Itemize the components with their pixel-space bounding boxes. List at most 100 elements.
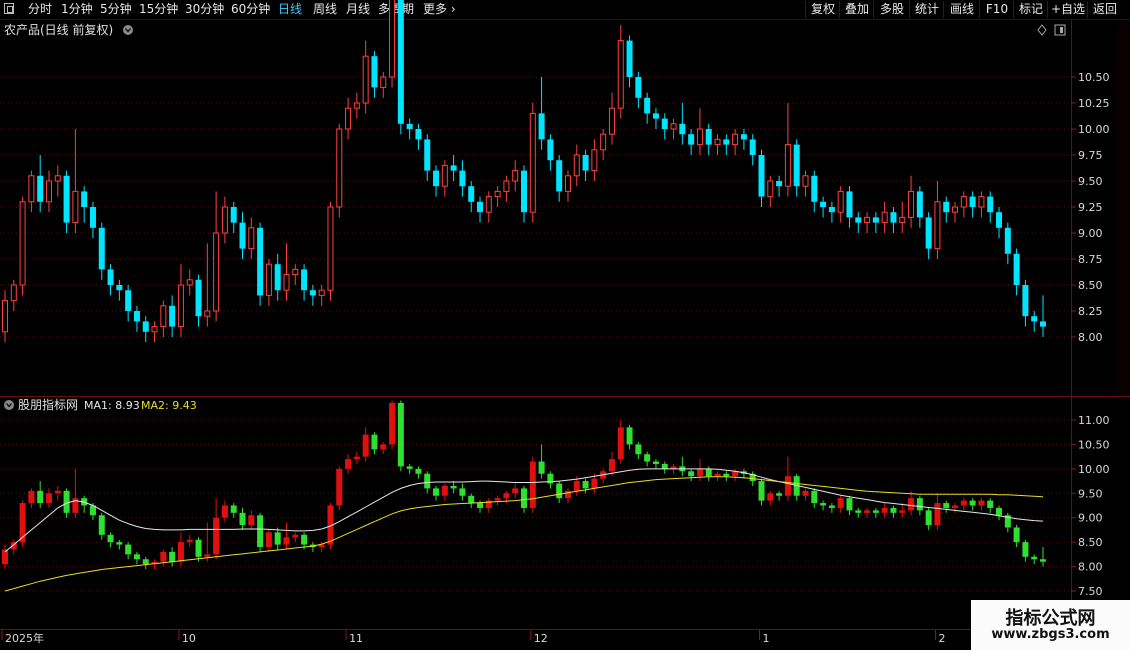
ma1-readout: MA1: 8.93 — [84, 399, 140, 412]
price-candle-body — [934, 201, 941, 250]
kline-chart[interactable]: 10.50 10.25 10.00 9.75 9.50 9.25 9.00 8.75 8.50 8… — [0, 0, 1130, 650]
indicator-candle-body — [345, 459, 352, 469]
indicator-candle-body — [406, 466, 413, 469]
indicator-candle-body — [652, 461, 659, 464]
main-y-tick-label: 10.25 — [1078, 97, 1110, 110]
indicator-candle-body — [503, 493, 510, 499]
indicator-candle-body — [714, 473, 721, 477]
price-candle-body — [749, 139, 756, 155]
price-candle-body — [714, 138, 721, 146]
price-candle-body — [960, 196, 967, 208]
indicator-candle-body — [644, 454, 651, 462]
right-sidebar-strip — [1118, 20, 1130, 396]
title-dropdown-icon[interactable] — [123, 25, 133, 35]
price-candle-body — [793, 144, 800, 187]
indicator-y-tick-label: 11.00 — [1078, 414, 1110, 427]
price-candle-body — [142, 321, 149, 332]
price-candle-body — [309, 290, 316, 296]
price-candle-body — [529, 112, 536, 213]
indicator-candle-body — [195, 539, 202, 557]
price-candle-body — [916, 191, 923, 218]
indicator-candle-body — [626, 427, 633, 445]
price-candle-body — [644, 97, 651, 114]
indicator-candle-body — [978, 500, 985, 506]
indicator-candle-body — [441, 485, 448, 496]
main-y-axis: 10.50 10.25 10.00 9.75 9.50 9.25 9.00 8.75 8.50 8… — [1071, 71, 1110, 344]
indicator-candle-body — [960, 500, 967, 506]
main-y-tick-label: 9.25 — [1078, 201, 1103, 214]
indicator-candle-body — [265, 532, 272, 548]
indicator-candle-body — [811, 490, 818, 504]
panel-layout-icon-inner — [1060, 27, 1063, 33]
price-candle-body — [881, 211, 888, 224]
price-candle-body — [274, 264, 281, 291]
price-candle-body — [116, 285, 123, 291]
indicator-candle-body — [125, 544, 132, 555]
price-candle-body — [652, 113, 659, 119]
price-candle-body — [389, 0, 396, 78]
indicator-candle-body — [820, 503, 827, 506]
indicator-candle-body — [28, 490, 35, 504]
indicator-candle-body — [389, 402, 396, 445]
price-candle-body — [600, 133, 607, 151]
indicator-y-tick-label: 10.50 — [1078, 438, 1110, 451]
indicator-candle-body — [916, 498, 923, 511]
indicator-y-tick-label: 9.50 — [1078, 487, 1103, 500]
indicator-dropdown-icon[interactable] — [4, 400, 14, 410]
indicator-candle-body — [512, 488, 519, 494]
price-candle-body — [573, 154, 580, 177]
price-candle-body — [72, 190, 79, 224]
price-candle-body — [19, 201, 26, 286]
main-y-tick-label: 9.50 — [1078, 175, 1103, 188]
price-candle-body — [204, 310, 211, 317]
price-candle-body — [186, 279, 193, 286]
price-candle-body — [292, 268, 299, 276]
indicator-candle-body — [758, 481, 765, 501]
indicator-y-tick-label: 8.00 — [1078, 561, 1103, 574]
price-candle-body — [239, 222, 246, 249]
price-candle-body — [177, 284, 184, 328]
price-candle-body — [538, 113, 545, 140]
indicator-candle-body — [617, 427, 624, 460]
indicator-candle-body — [573, 481, 580, 491]
price-candle-body — [424, 139, 431, 171]
price-candle-body — [617, 40, 624, 109]
indicator-candle-body — [705, 468, 712, 477]
price-candle-body — [10, 284, 17, 302]
indicator-candle-body — [582, 481, 589, 489]
price-candle-body — [696, 128, 703, 146]
diamond-icon[interactable] — [1037, 24, 1047, 36]
price-candle-body — [441, 164, 448, 187]
indicator-candle-body — [371, 434, 378, 450]
price-candle-body — [63, 175, 70, 223]
indicator-candle-body — [19, 503, 26, 543]
indicator-candle-body — [362, 434, 369, 457]
indicator-candle-body — [116, 542, 123, 545]
indicator-candle-body — [784, 476, 791, 496]
price-candle-body — [547, 139, 554, 161]
price-candle-body — [758, 155, 765, 197]
price-candle-body — [485, 196, 492, 213]
price-candle-body — [459, 170, 466, 187]
indicator-candle-body — [635, 444, 642, 455]
indicator-candle-body — [433, 488, 440, 496]
indicator-candle-body — [996, 507, 1003, 516]
indicator-y-axis: 11.00 10.50 10.00 9.50 9.00 8.50 8.00 7.50 — [1071, 414, 1110, 598]
indicator-candle-body — [1022, 542, 1029, 557]
price-candle-body — [37, 175, 44, 202]
indicator-candle-body — [353, 456, 360, 460]
ma2-readout: MA2: 9.43 — [141, 399, 197, 412]
indicator-candle-body — [54, 490, 61, 494]
indicator-candle-body — [899, 510, 906, 513]
price-candle-body — [371, 56, 378, 88]
price-candle-body — [160, 305, 167, 328]
indicator-y-tick-label: 7.50 — [1078, 585, 1103, 598]
price-candle-body — [415, 129, 422, 140]
price-candle-body — [987, 196, 994, 213]
indicator-candle-body — [767, 493, 774, 501]
price-candle-body — [661, 118, 668, 129]
price-candle-body — [450, 165, 457, 171]
price-candle-body — [828, 207, 835, 213]
price-candle-body — [265, 263, 272, 296]
indicator-candle-body — [556, 483, 563, 499]
